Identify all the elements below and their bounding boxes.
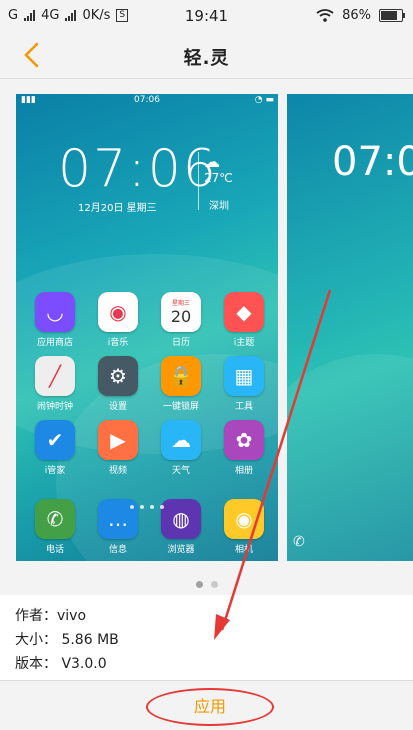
app-label: 设置 — [108, 402, 127, 412]
video-icon: ▶ — [98, 420, 138, 460]
theme-info-panel: 作者：vivo 大小： 5.86 MB 版本： V3.0.0 — [0, 595, 413, 680]
app-weather[interactable]: ☁ 天气 — [156, 420, 206, 476]
app-label: 信息 — [108, 545, 127, 555]
app-label: 工具 — [234, 402, 253, 412]
apply-button[interactable]: 应用 — [146, 688, 274, 726]
app-music[interactable]: ◉ i音乐 — [93, 292, 143, 348]
theme-preview-screen[interactable]: ▮▮▮ 07:06 ◔ ▬ 07:06 12月20日 星期三 ☁ 27℃ 深圳 … — [16, 94, 278, 561]
preview-battery-icon: ◔ ▬ — [254, 95, 274, 105]
app-clock[interactable]: ╱ 闹钟时钟 — [30, 356, 80, 412]
weather-icon: ☁ — [161, 420, 201, 460]
app-shield[interactable]: ✔ i管家 — [30, 420, 80, 476]
app-label: 日历 — [171, 338, 190, 348]
preview-date: 12月20日 星期三 — [78, 203, 157, 214]
app-lock[interactable]: 🔒 一键锁屏 — [156, 356, 206, 412]
app-label: 应用商店 — [36, 338, 73, 348]
status-right: 86% — [316, 8, 405, 23]
app-label: i管家 — [44, 466, 66, 476]
app-label: 闹钟时钟 — [36, 402, 73, 412]
calendar-weekday: 星期三 — [171, 300, 190, 307]
app-label: i主题 — [233, 338, 255, 348]
shield-icon: ✔ — [35, 420, 75, 460]
phone-icon-small: ✆ — [293, 534, 305, 550]
app-label: 视频 — [108, 466, 127, 476]
preview-weather: ☁ 27℃ — [204, 152, 233, 185]
pager-dot-active — [195, 581, 203, 588]
theme-icon: ◆ — [224, 292, 264, 332]
preview-clock-2: 07:0 — [332, 139, 413, 185]
preview-city: 深圳 — [209, 201, 229, 212]
battery-percent: 86% — [342, 8, 371, 23]
clock-icon: ╱ — [35, 356, 75, 396]
size-row: 大小： 5.86 MB — [15, 632, 119, 648]
gallery-icon: ✿ — [224, 420, 264, 460]
page-title: 轻.灵 — [183, 48, 230, 69]
preview-status-bar: ▮▮▮ 07:06 ◔ ▬ — [16, 94, 278, 108]
music-icon: ◉ — [98, 292, 138, 332]
gear-icon: ⚙ — [98, 356, 138, 396]
app-label: 相册 — [234, 466, 253, 476]
store-icon: ◡ — [35, 292, 75, 332]
preview-page-dots — [16, 494, 278, 513]
app-label: 相机 — [234, 545, 253, 555]
app-label: 浏览器 — [167, 545, 195, 555]
app-calendar[interactable]: 星期三 20 日历 — [156, 292, 206, 348]
theme-preview-carousel[interactable]: ▮▮▮ 07:06 ◔ ▬ 07:06 12月20日 星期三 ☁ 27℃ 深圳 … — [0, 79, 413, 595]
next-theme-preview[interactable]: 07:0 ✆ — [287, 94, 413, 561]
status-bar: G 4G 0K/s S 19:41 86% — [0, 0, 413, 32]
preview-temperature: 27℃ — [204, 171, 233, 185]
tools-icon: ▦ — [224, 356, 264, 396]
app-label: i音乐 — [107, 338, 129, 348]
app-theme[interactable]: ◆ i主题 — [219, 292, 269, 348]
app-label: 电话 — [45, 545, 64, 555]
wifi-icon — [316, 9, 334, 22]
preview-status-time: 07:06 — [134, 95, 160, 105]
carousel-pager — [0, 573, 413, 592]
preview-divider — [198, 152, 199, 210]
header-bar: 轻.灵 — [0, 32, 413, 79]
battery-icon — [379, 9, 405, 22]
app-gear[interactable]: ⚙ 设置 — [93, 356, 143, 412]
app-label: 天气 — [171, 466, 190, 476]
app-label: 一键锁屏 — [162, 402, 199, 412]
pager-dot — [210, 581, 218, 588]
calendar-day: 20 — [170, 307, 192, 326]
weather-cloud-icon: ☁ — [204, 152, 220, 171]
bottom-action-bar: 应用 — [0, 680, 413, 730]
app-gallery[interactable]: ✿ 相册 — [219, 420, 269, 476]
version-row: 版本： V3.0.0 — [15, 656, 107, 672]
lock-icon: 🔒 — [161, 356, 201, 396]
app-video[interactable]: ▶ 视频 — [93, 420, 143, 476]
app-store[interactable]: ◡ 应用商店 — [30, 292, 80, 348]
calendar-icon: 星期三 20 — [161, 292, 201, 332]
app-tools[interactable]: ▦ 工具 — [219, 356, 269, 412]
preview-clock: 07:06 — [58, 139, 218, 199]
author-row: 作者：vivo — [15, 608, 87, 624]
